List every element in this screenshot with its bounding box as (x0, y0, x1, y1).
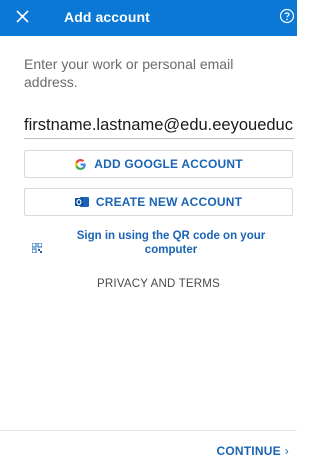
privacy-and-terms-link[interactable]: PRIVACY AND TERMS (24, 278, 293, 290)
qr-signin-link[interactable]: Sign in using the QR code on your comput… (24, 228, 293, 264)
continue-button[interactable]: CONTINUE › (217, 444, 289, 458)
help-icon[interactable] (279, 8, 295, 24)
email-prompt: Enter your work or personal email addres… (24, 56, 234, 90)
add-google-account-label: ADD GOOGLE ACCOUNT (94, 157, 243, 171)
email-field[interactable] (24, 112, 294, 139)
page-title: Add account (64, 9, 150, 25)
app-bar: Add account (0, 0, 297, 36)
create-new-account-button[interactable]: CREATE NEW ACCOUNT (24, 188, 293, 216)
qr-code-icon (31, 240, 43, 254)
google-icon (74, 158, 87, 171)
close-icon[interactable] (13, 7, 33, 27)
continue-label: CONTINUE (216, 444, 281, 458)
footer-divider (0, 430, 297, 431)
outlook-icon (74, 196, 89, 208)
add-google-account-button[interactable]: ADD GOOGLE ACCOUNT (24, 150, 293, 178)
qr-signin-label: Sign in using the QR code on your comput… (76, 230, 266, 256)
chevron-right-icon: › (284, 444, 289, 458)
create-new-account-label: CREATE NEW ACCOUNT (95, 195, 243, 209)
add-account-screen: Add account Enter your work or personal … (0, 0, 297, 466)
